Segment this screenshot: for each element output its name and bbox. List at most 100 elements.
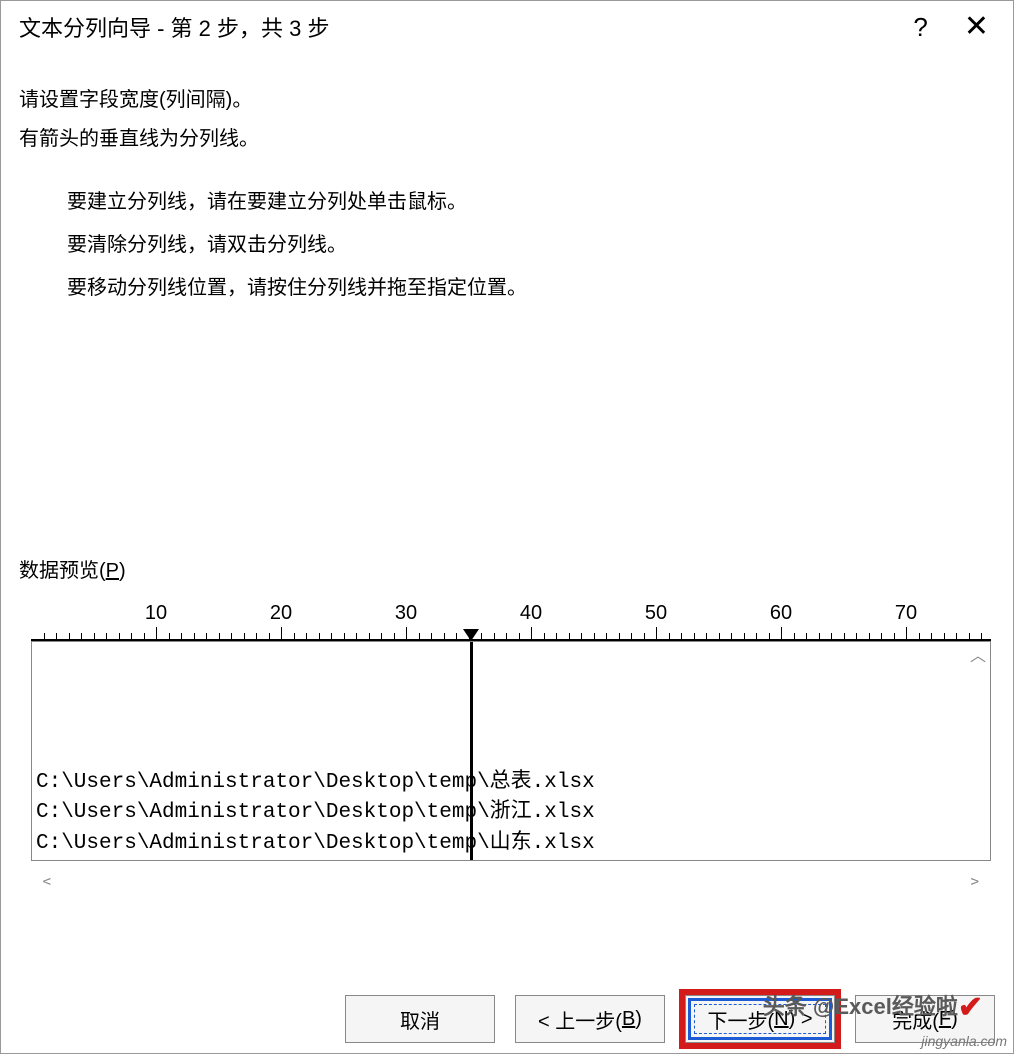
ruler-minor-tick [131, 633, 132, 641]
ruler-minor-tick [444, 633, 445, 641]
ruler-minor-tick [256, 633, 257, 641]
ruler-minor-tick [44, 633, 45, 641]
ruler[interactable]: 10203040506070 [31, 597, 991, 641]
ruler-major-tick [656, 627, 657, 641]
ruler-minor-tick [556, 633, 557, 641]
horizontal-scrollbar[interactable]: ﹤ ﹥ [31, 861, 991, 894]
ruler-tick-label: 40 [520, 602, 542, 625]
ruler-tick-label: 30 [395, 602, 417, 625]
ruler-major-tick [406, 627, 407, 641]
ruler-minor-tick [56, 633, 57, 641]
scroll-up-icon[interactable]: ︿ [970, 646, 986, 669]
preview-box-wrap: ︿ C:\Users\Administrator\Desktop\temp\总表… [31, 641, 991, 861]
ruler-minor-tick [94, 633, 95, 641]
ruler-minor-tick [519, 633, 520, 641]
ruler-minor-tick [981, 633, 982, 641]
instruction-create: 要建立分列线，请在要建立分列处单击鼠标。 [67, 185, 995, 214]
ruler-minor-tick [944, 633, 945, 641]
scroll-left-icon[interactable]: ﹤ [37, 863, 57, 892]
ruler-minor-tick [731, 633, 732, 641]
close-icon[interactable]: ✕ [964, 12, 989, 42]
scroll-right-icon[interactable]: ﹥ [965, 863, 985, 892]
ruler-minor-tick [931, 633, 932, 641]
wizard-dialog: 文本分列向导 - 第 2 步，共 3 步 ? ✕ 请设置字段宽度(列间隔)。 有… [0, 0, 1014, 1054]
ruler-wrap: 10203040506070 ︿ C:\Users\Administrator\… [19, 589, 995, 894]
ruler-tick-label: 10 [145, 602, 167, 625]
ruler-minor-tick [69, 633, 70, 641]
help-icon[interactable]: ? [913, 12, 927, 43]
ruler-minor-tick [219, 633, 220, 641]
ruler-major-tick [906, 627, 907, 641]
ruler-minor-tick [306, 633, 307, 641]
ruler-minor-tick [806, 633, 807, 641]
ruler-minor-tick [319, 633, 320, 641]
data-preview[interactable]: ︿ C:\Users\Administrator\Desktop\temp\总表… [31, 641, 991, 861]
ruler-minor-tick [719, 633, 720, 641]
preview-row: C:\Users\Administrator\Desktop\temp\山东.x… [36, 829, 982, 859]
ruler-minor-tick [106, 633, 107, 641]
ruler-minor-tick [894, 633, 895, 641]
ruler-major-tick [156, 627, 157, 641]
instruction-clear: 要清除分列线，请双击分列线。 [67, 228, 995, 257]
ruler-tick-label: 20 [270, 602, 292, 625]
ruler-minor-tick [856, 633, 857, 641]
ruler-minor-tick [831, 633, 832, 641]
ruler-minor-tick [631, 633, 632, 641]
ruler-minor-tick [169, 633, 170, 641]
intro-line-2: 有箭头的垂直线为分列线。 [19, 122, 995, 151]
ruler-minor-tick [119, 633, 120, 641]
ruler-minor-tick [569, 633, 570, 641]
ruler-minor-tick [956, 633, 957, 641]
break-arrow-icon[interactable] [463, 629, 479, 641]
button-row: 取消 < 上一步(B) 下一步(N) > 完成(F) [1, 979, 1013, 1053]
ruler-minor-tick [581, 633, 582, 641]
ruler-minor-tick [794, 633, 795, 641]
ruler-minor-tick [919, 633, 920, 641]
ruler-minor-tick [419, 633, 420, 641]
ruler-minor-tick [206, 633, 207, 641]
ruler-minor-tick [244, 633, 245, 641]
title-bar: 文本分列向导 - 第 2 步，共 3 步 ? ✕ [1, 1, 1013, 55]
ruler-minor-tick [844, 633, 845, 641]
ruler-minor-tick [494, 633, 495, 641]
ruler-minor-tick [81, 633, 82, 641]
finish-button[interactable]: 完成(F) [855, 995, 995, 1043]
ruler-minor-tick [619, 633, 620, 641]
ruler-minor-tick [594, 633, 595, 641]
ruler-major-tick [781, 627, 782, 641]
cancel-button[interactable]: 取消 [345, 995, 495, 1043]
ruler-minor-tick [869, 633, 870, 641]
preview-row: C:\Users\Administrator\Desktop\temp\总表.x… [36, 768, 982, 798]
intro-line-1: 请设置字段宽度(列间隔)。 [19, 83, 995, 112]
ruler-minor-tick [506, 633, 507, 641]
ruler-minor-tick [269, 633, 270, 641]
ruler-minor-tick [394, 633, 395, 641]
ruler-minor-tick [706, 633, 707, 641]
ruler-minor-tick [231, 633, 232, 641]
preview-row: C:\Users\Administrator\Desktop\temp\浙江.x… [36, 798, 982, 828]
preview-label: 数据预览(P) [19, 554, 995, 583]
next-button[interactable]: 下一步(N) > [685, 995, 835, 1043]
ruler-major-tick [281, 627, 282, 641]
column-break-line[interactable] [470, 642, 473, 860]
ruler-minor-tick [969, 633, 970, 641]
ruler-tick-label: 60 [770, 602, 792, 625]
back-button[interactable]: < 上一步(B) [515, 995, 665, 1043]
ruler-minor-tick [181, 633, 182, 641]
intro-text: 请设置字段宽度(列间隔)。 有箭头的垂直线为分列线。 [19, 79, 995, 161]
preview-row: C:\Users\Administrator\Desktop\temp\江苏.x… [36, 859, 982, 861]
ruler-minor-tick [769, 633, 770, 641]
ruler-tick-label: 70 [895, 602, 917, 625]
ruler-minor-tick [669, 633, 670, 641]
ruler-minor-tick [456, 633, 457, 641]
ruler-minor-tick [356, 633, 357, 641]
ruler-minor-tick [381, 633, 382, 641]
ruler-minor-tick [194, 633, 195, 641]
ruler-minor-tick [369, 633, 370, 641]
ruler-minor-tick [881, 633, 882, 641]
ruler-minor-tick [331, 633, 332, 641]
dialog-title: 文本分列向导 - 第 2 步，共 3 步 [19, 11, 913, 43]
ruler-minor-tick [431, 633, 432, 641]
ruler-minor-tick [681, 633, 682, 641]
instruction-move: 要移动分列线位置，请按住分列线并拖至指定位置。 [67, 271, 995, 300]
